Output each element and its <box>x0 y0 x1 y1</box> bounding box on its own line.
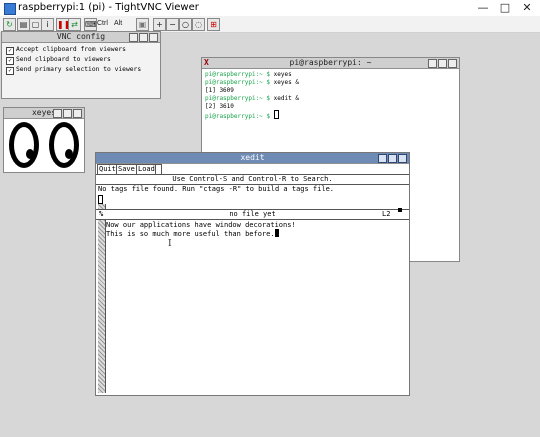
minimize-icon[interactable] <box>378 154 387 163</box>
line-indicator: L2 <box>382 210 391 218</box>
mouse-ibeam-icon: I <box>168 239 172 249</box>
ctrl-button[interactable]: Ctrl <box>97 18 108 30</box>
zoom-normal-icon[interactable]: ○ <box>179 18 192 31</box>
maximize-icon[interactable] <box>438 59 447 68</box>
vnc-config-title-bar[interactable]: VNC config <box>2 32 160 43</box>
checkbox-check-icon: ✓ <box>6 67 14 75</box>
close-icon[interactable] <box>73 109 82 118</box>
checkbox-check-icon: ✓ <box>6 47 14 55</box>
message-cursor <box>98 195 103 204</box>
zoom-out-icon[interactable]: − <box>166 18 179 31</box>
tags-message: No tags file found. Run "ctags -R" to bu… <box>98 185 335 193</box>
right-eye-icon <box>49 122 79 168</box>
maximize-icon[interactable] <box>388 154 397 163</box>
maximize-button[interactable]: □ <box>494 0 516 16</box>
terminal-title-bar[interactable]: X pi@raspberrypi: ~ <box>202 58 459 69</box>
maximize-icon[interactable] <box>63 109 72 118</box>
xedit-title-bar[interactable]: xedit <box>96 153 409 164</box>
send-clipboard-checkbox[interactable]: ✓ Send clipboard to viewers <box>6 56 156 65</box>
close-icon[interactable] <box>149 33 158 42</box>
search-hint: Use Control-S and Control-R to Search. <box>172 175 333 183</box>
xedit-window: xedit Quit Save Load Use Control-S and C… <box>95 152 410 396</box>
vnc-config-title: VNC config <box>56 32 106 41</box>
alt-button[interactable]: Alt <box>114 18 122 30</box>
close-button[interactable]: ✕ <box>516 0 538 16</box>
maximize-icon[interactable] <box>139 33 148 42</box>
resize-grip-icon[interactable] <box>398 208 402 212</box>
minimize-icon[interactable] <box>53 109 62 118</box>
window-title: raspberrypi:1 (pi) - TightVNC Viewer <box>18 2 199 13</box>
fit-window-icon[interactable]: ⊞ <box>207 18 220 31</box>
left-eye-icon <box>9 122 39 168</box>
editor-scrollbar[interactable] <box>98 220 106 393</box>
minimize-icon[interactable] <box>129 33 138 42</box>
terminal-title: pi@raspberrypi: ~ <box>289 58 372 67</box>
send-keys-icon[interactable]: ⌨ <box>84 18 97 31</box>
terminal-line[interactable]: pi@raspberrypi:~ $ <box>205 110 279 121</box>
refresh-icon[interactable]: ⇄ <box>68 18 81 31</box>
send-primary-selection-checkbox[interactable]: ✓ Send primary selection to viewers <box>6 66 156 75</box>
xeyes-window: xeyes <box>3 107 85 173</box>
info-icon[interactable]: i <box>41 18 54 31</box>
accept-clipboard-checkbox[interactable]: ✓ Accept clipboard from viewers <box>6 46 156 55</box>
close-icon[interactable] <box>448 59 457 68</box>
editor-line[interactable]: This is so much more useful than before. <box>106 229 279 239</box>
fullscreen-icon[interactable]: ◌ <box>192 18 205 31</box>
file-status: no file yet <box>229 210 276 218</box>
window-title-bar: raspberrypi:1 (pi) - TightVNC Viewer — □… <box>0 0 540 16</box>
zoom-in-icon[interactable]: + <box>153 18 166 31</box>
minimize-icon[interactable] <box>428 59 437 68</box>
terminal-cursor <box>273 110 279 119</box>
x-logo-icon: X <box>204 58 209 67</box>
new-connection-icon[interactable]: ↻ <box>3 18 16 31</box>
clipboard-icon[interactable]: ▣ <box>136 18 149 31</box>
checkbox-check-icon: ✓ <box>6 57 14 65</box>
text-cursor <box>274 229 279 237</box>
xedit-title: xedit <box>240 153 265 162</box>
minimize-button[interactable]: — <box>472 0 494 16</box>
vnc-config-window: VNC config ✓ Accept clipboard from viewer… <box>1 31 161 99</box>
close-icon[interactable] <box>398 154 407 163</box>
tightvnc-app-icon <box>4 3 16 15</box>
xeyes-title-bar[interactable]: xeyes <box>4 108 84 119</box>
